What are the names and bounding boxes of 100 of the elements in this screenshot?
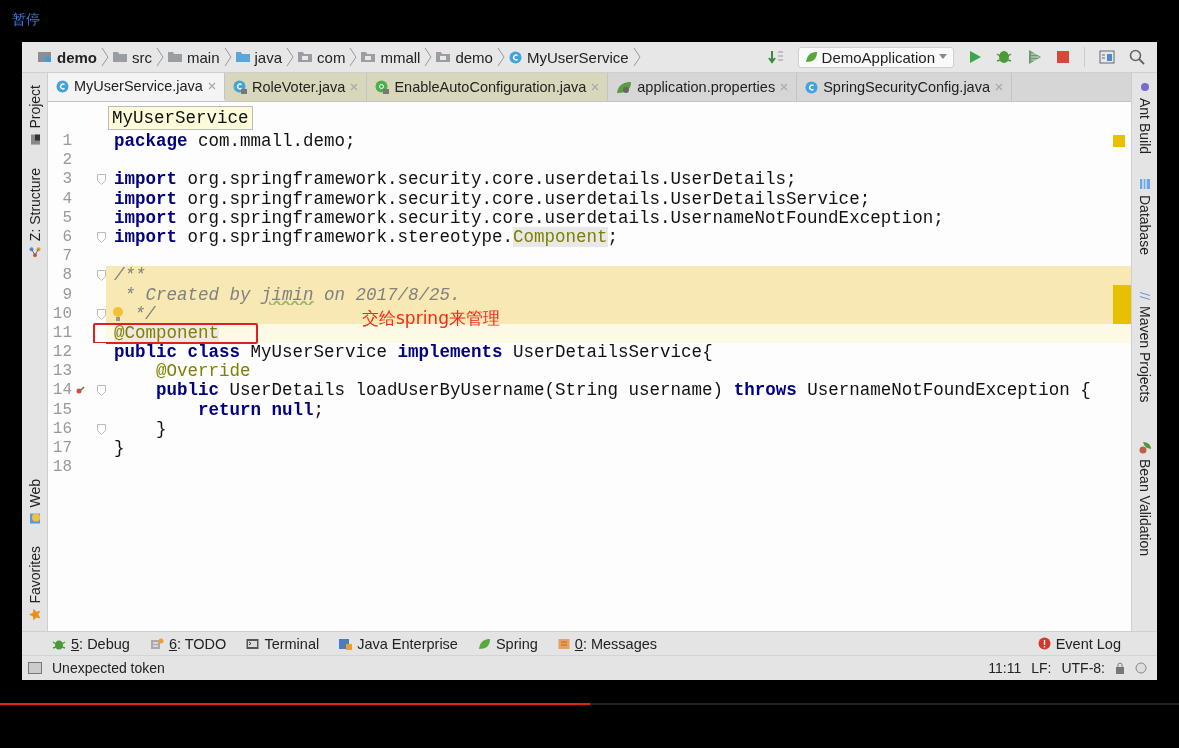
close-icon[interactable] <box>780 83 789 91</box>
close-icon[interactable] <box>207 82 216 90</box>
chevron-icon <box>156 47 164 67</box>
bean-icon <box>1138 442 1151 455</box>
editor-tab[interactable]: MyUserService.java <box>48 73 225 101</box>
code-line: import org.springframework.stereotype.Component; <box>113 227 619 248</box>
breadcrumb-item[interactable]: java <box>254 48 283 66</box>
error-stripe-mark <box>1113 285 1131 324</box>
editor-tab[interactable]: SpringSecurityConfig.java <box>797 73 1012 101</box>
fold-icon[interactable] <box>97 270 106 282</box>
line-number: 6 <box>61 227 72 248</box>
tool-window-button[interactable]: 6: TODO <box>149 635 227 652</box>
editor-tab[interactable]: EnableAutoConfiguration.java <box>367 73 609 101</box>
stop-icon[interactable] <box>1056 50 1070 64</box>
fold-icon[interactable] <box>97 308 106 320</box>
line-separator[interactable]: LF: <box>1031 660 1052 676</box>
editor-tab[interactable]: RoleVoter.java <box>224 73 368 101</box>
line-number: 10 <box>51 304 72 324</box>
line-number: 11 <box>51 323 72 344</box>
todo-icon <box>149 637 164 650</box>
fold-icon[interactable] <box>97 423 106 435</box>
code-line: import org.springframework.security.core.userdetails.UserDetailsService; <box>113 189 871 209</box>
javaee-icon <box>339 637 353 650</box>
tool-window-button[interactable]: 0: Messages <box>557 635 658 652</box>
line-number: 16 <box>51 419 72 439</box>
code-line: } <box>113 439 125 459</box>
sort-icon[interactable] <box>767 50 784 64</box>
chevron-icon <box>286 47 295 67</box>
caret-position[interactable]: 11:11 <box>988 660 1022 676</box>
line-number: 9 <box>61 285 72 305</box>
tool-window-button[interactable]: Favorites <box>26 542 43 625</box>
tool-window-button[interactable]: Web <box>26 474 43 529</box>
code-line: } <box>155 419 167 439</box>
line-number: 17 <box>51 439 72 459</box>
breadcrumb-item[interactable]: main <box>187 48 220 66</box>
breadcrumb-item[interactable]: src <box>132 48 152 66</box>
breadcrumb-item[interactable]: mmall <box>380 48 421 66</box>
tool-window-button[interactable]: Maven Projects <box>1136 285 1153 407</box>
project-structure-icon[interactable] <box>1099 49 1115 65</box>
package-icon <box>298 51 313 63</box>
fold-icon[interactable] <box>97 385 106 397</box>
lightbulb-icon[interactable] <box>112 305 124 322</box>
folder-icon <box>113 51 127 63</box>
maven-icon <box>1138 289 1151 301</box>
override-icon[interactable] <box>76 386 85 396</box>
breadcrumb-item[interactable]: demo <box>57 48 97 66</box>
globe-icon <box>28 512 41 525</box>
tool-window-button[interactable]: Ant Build <box>1136 77 1153 159</box>
run-icon[interactable] <box>968 50 982 64</box>
breadcrumb-tooltip: MyUserService <box>108 106 253 130</box>
run-config-dropdown[interactable]: DemoApplication <box>797 46 954 68</box>
folder-icon <box>235 51 250 63</box>
close-icon[interactable] <box>995 83 1003 91</box>
tool-window-button[interactable]: Bean Validation <box>1136 438 1153 561</box>
class-icon <box>232 80 247 94</box>
star-icon <box>28 609 41 621</box>
breadcrumb-item[interactable]: com <box>317 48 346 66</box>
tool-window-button[interactable]: Spring <box>477 635 538 652</box>
tool-window-button[interactable]: Z: Structure <box>26 163 43 262</box>
line-number: 5 <box>61 208 72 228</box>
line-number: 15 <box>51 400 72 420</box>
editor-tab[interactable]: application.properties <box>608 73 798 101</box>
bug-icon[interactable] <box>996 49 1012 65</box>
line-number: 4 <box>61 189 72 209</box>
close-icon[interactable] <box>591 83 600 91</box>
event-log-icon <box>1037 637 1051 650</box>
tool-window-button[interactable]: Project <box>26 81 43 150</box>
annotation-icon <box>375 80 390 94</box>
class-icon <box>56 79 69 93</box>
fold-icon[interactable] <box>97 231 106 243</box>
lock-icon[interactable] <box>1115 662 1125 674</box>
breadcrumb-item[interactable]: MyUserService <box>526 48 629 66</box>
code-line: import org.springframework.security.core.userdetails.UserDetails; <box>113 170 797 190</box>
leaf-icon <box>616 80 633 94</box>
code-line: * Created by jimin on 2017/8/25. <box>123 285 461 305</box>
line-number: 8 <box>61 266 72 286</box>
status-message: Unexpected token <box>52 660 165 676</box>
tool-window-button[interactable]: Java Enterprise <box>339 635 458 652</box>
code-line: */ <box>133 304 156 324</box>
breadcrumb-item[interactable]: demo <box>455 48 493 66</box>
close-icon[interactable] <box>350 83 359 91</box>
file-encoding[interactable]: UTF-8: <box>1061 660 1105 676</box>
class-icon <box>805 80 819 94</box>
tool-window-button[interactable]: Event Log <box>1037 635 1121 652</box>
terminal-icon <box>246 637 260 650</box>
tool-window-button[interactable]: Terminal <box>246 635 320 652</box>
tool-window-button[interactable]: Database <box>1136 174 1153 259</box>
class-icon <box>508 50 522 64</box>
caret-icon <box>939 54 947 60</box>
inspector-icon[interactable] <box>1135 662 1147 674</box>
chevron-icon <box>496 47 505 67</box>
structure-icon <box>28 245 41 258</box>
tool-windows-icon[interactable] <box>28 662 42 674</box>
tool-window-button[interactable]: 5: Debug <box>52 635 130 652</box>
coverage-icon[interactable] <box>1026 49 1042 65</box>
line-number: 14 <box>51 381 72 401</box>
line-number: 13 <box>51 362 72 382</box>
leaf-icon <box>477 637 491 650</box>
fold-icon[interactable] <box>97 174 106 186</box>
search-icon[interactable] <box>1129 49 1145 65</box>
